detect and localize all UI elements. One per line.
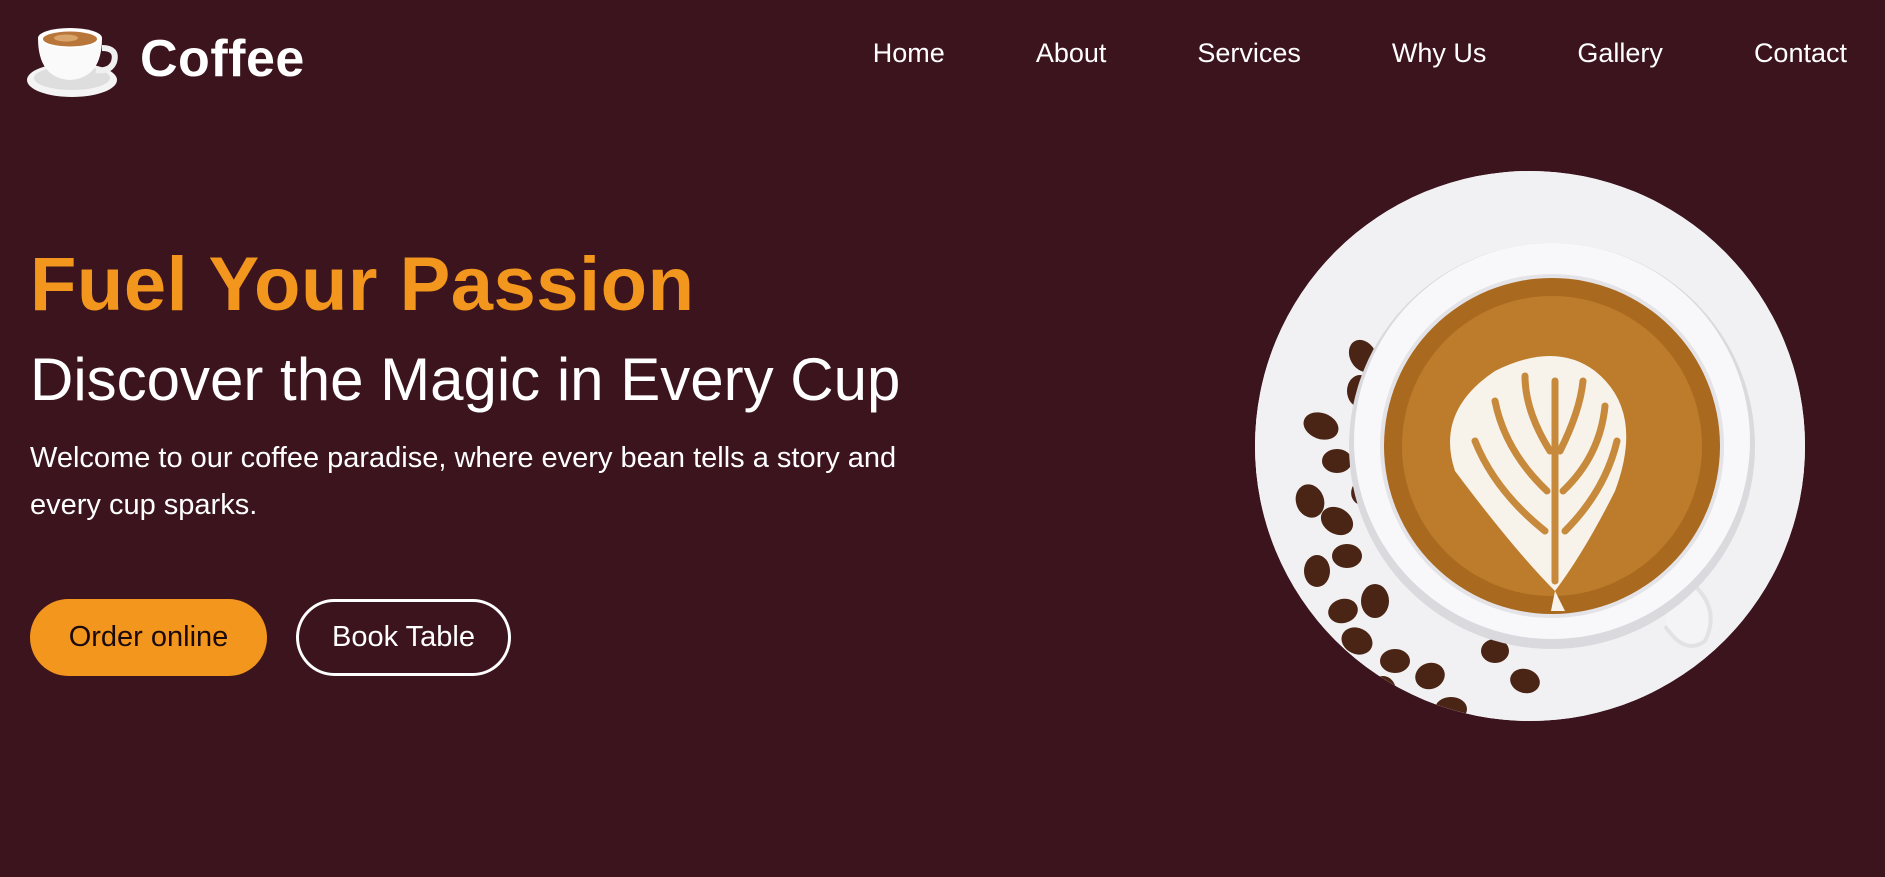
brand[interactable]: Coffee [26, 18, 305, 100]
hero-subtitle: Discover the Magic in Every Cup [30, 345, 901, 413]
hero-description: Welcome to our coffee paradise, where ev… [30, 441, 897, 521]
book-table-button[interactable]: Book Table [296, 599, 511, 676]
nav-why-us[interactable]: Why Us [1392, 38, 1487, 69]
nav-contact[interactable]: Contact [1754, 38, 1847, 69]
coffee-cup-icon [27, 28, 118, 97]
main-nav: Home About Services Why Us Gallery Conta… [873, 38, 1847, 69]
order-online-button[interactable]: Order online [30, 599, 267, 676]
hero-content: Fuel Your Passion Discover the Magic in … [30, 245, 1130, 529]
hero-buttons: Order online Book Table [30, 599, 511, 676]
hero-title: Fuel Your Passion [30, 242, 695, 327]
nav-home[interactable]: Home [873, 38, 945, 69]
nav-about[interactable]: About [1036, 38, 1107, 69]
brand-name: Coffee [140, 30, 305, 88]
site-header: Coffee Home About Services Why Us Galler… [0, 0, 1885, 116]
latte-cup-image [1255, 171, 1805, 721]
nav-services[interactable]: Services [1197, 38, 1301, 69]
nav-gallery[interactable]: Gallery [1577, 38, 1663, 69]
latte-illustration [1255, 171, 1805, 721]
page: Coffee Home About Services Why Us Galler… [0, 0, 1885, 877]
